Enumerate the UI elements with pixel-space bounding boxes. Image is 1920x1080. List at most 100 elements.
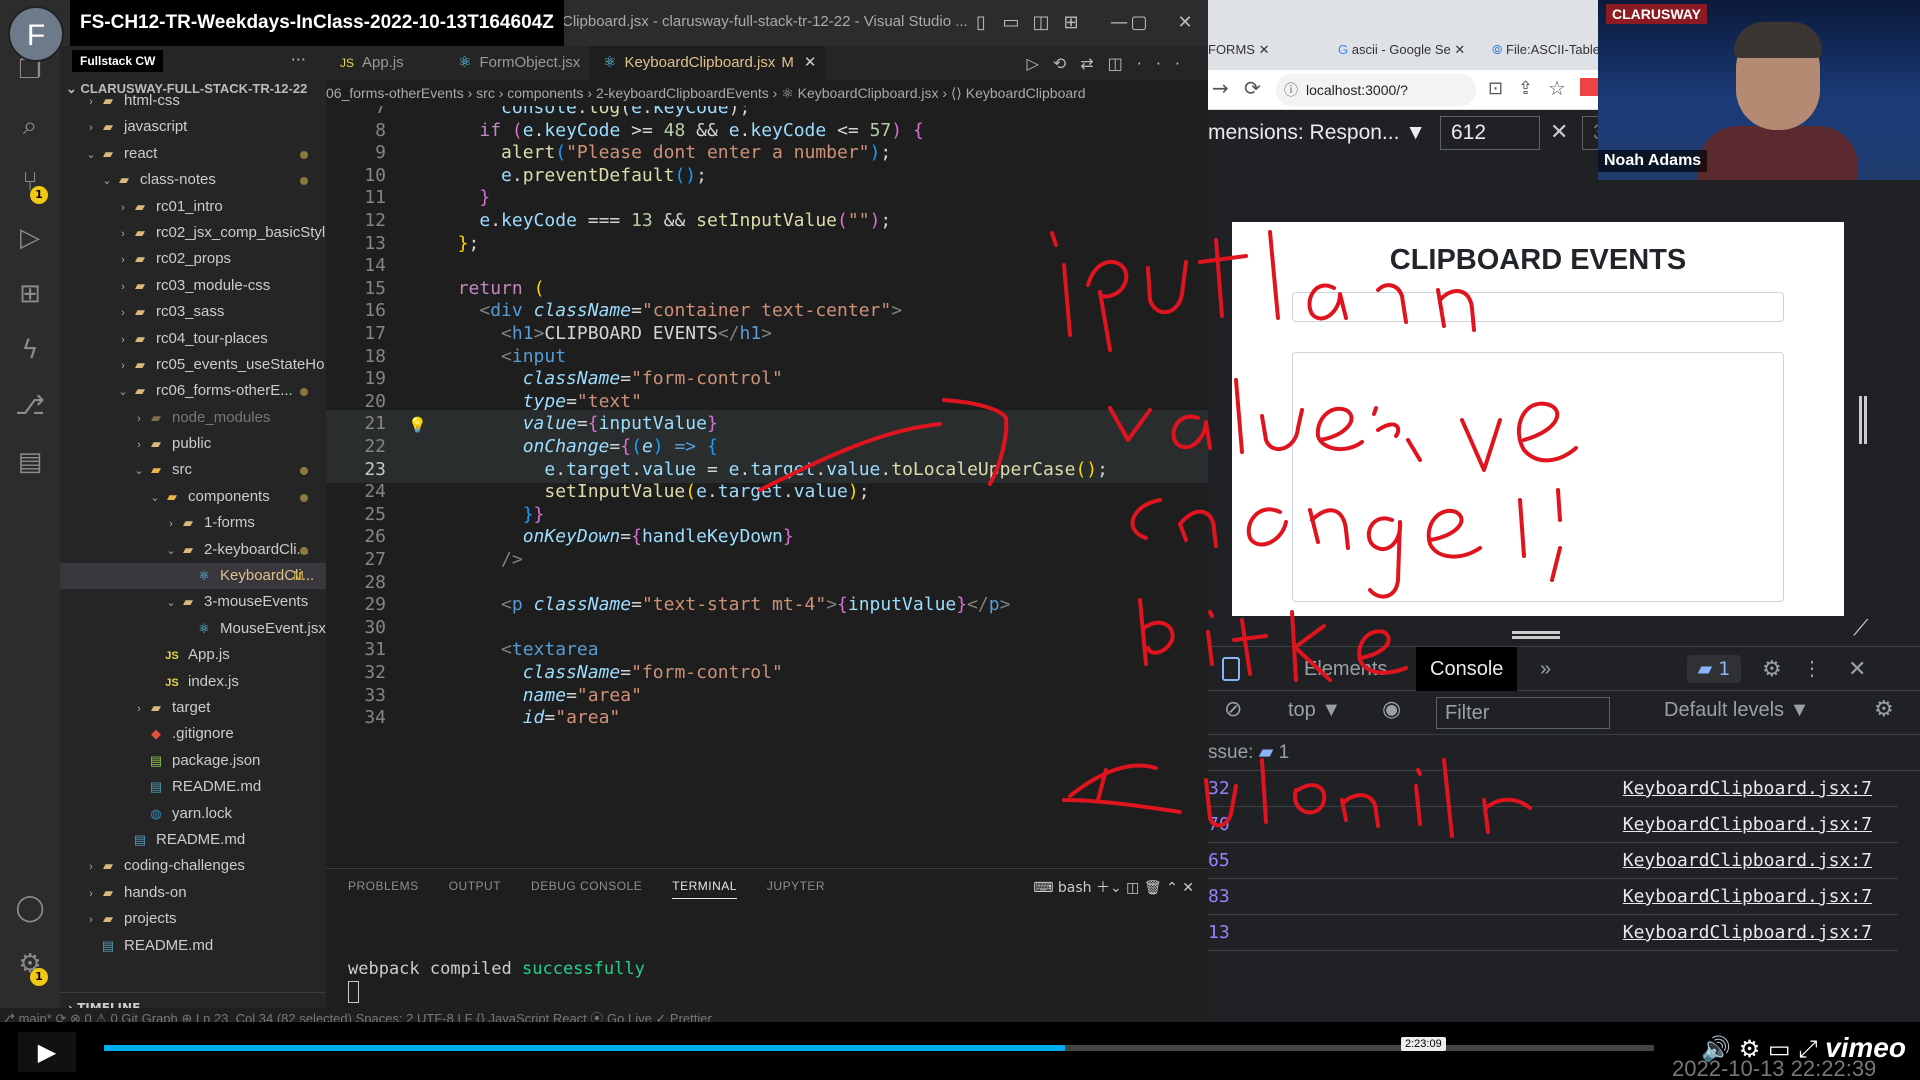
tree-item[interactable]: ⌄ ▰ class-notes	[60, 167, 326, 193]
forward-icon[interactable]: →	[1212, 76, 1229, 100]
tree-item[interactable]: › ▰ rc02_jsx_comp_basicStyl...	[60, 220, 326, 246]
width-input[interactable]: 612	[1440, 116, 1540, 150]
issues-badge[interactable]: ▰ 1	[1687, 655, 1741, 683]
tree-item[interactable]: › ▰ rc03_module-css	[60, 273, 326, 299]
tree-item[interactable]: › ▰ rc05_events_useStateHo...	[60, 352, 326, 378]
browser-tab[interactable]: FORMS ✕	[1208, 30, 1269, 70]
close-panel-icon[interactable]: ✕	[1182, 880, 1194, 896]
panel-tab-terminal[interactable]: TERMINAL	[672, 879, 737, 899]
share-icon[interactable]: ⇪	[1518, 78, 1533, 99]
panel-tab-problems[interactable]: PROBLEMS	[348, 879, 419, 893]
split-layout-icon[interactable]: ◫	[1026, 8, 1056, 38]
tree-item[interactable]: › ▰ rc03_sass	[60, 299, 326, 325]
editor-actions[interactable]: ▷⟲⇄◫···	[1027, 54, 1195, 73]
tree-item[interactable]: › ▰ coding-challenges	[60, 853, 326, 879]
reload-icon[interactable]: ⟳	[1244, 76, 1261, 100]
browser-tab[interactable]: G ascii - Google Se ✕	[1338, 30, 1465, 70]
resize-corner-icon[interactable]: ⟋	[1853, 616, 1868, 641]
toggle-sidebar-icon[interactable]: ▯	[966, 8, 996, 38]
devtools-menu-icon[interactable]: ⋮	[1802, 647, 1822, 691]
close-tab-icon[interactable]: ✕	[1451, 42, 1465, 57]
translate-icon[interactable]: ⊡	[1488, 78, 1503, 99]
close-window-icon[interactable]: ✕	[1170, 8, 1200, 38]
browser-tab[interactable]: ⦾ File:ASCII-Table	[1492, 30, 1600, 70]
panel-tab-debug-console[interactable]: DEBUG CONSOLE	[531, 879, 642, 893]
log-source-link[interactable]: KeyboardClipboard.jsx:7	[1623, 915, 1872, 951]
tree-item[interactable]: › ▰ javascript	[60, 114, 326, 140]
customize-layout-icon[interactable]: ⊞	[1056, 8, 1086, 38]
page-textarea[interactable]	[1292, 352, 1784, 602]
log-source-link[interactable]: KeyboardClipboard.jsx:7	[1623, 879, 1872, 915]
tree-item[interactable]: ▤ README.md	[60, 827, 326, 853]
tree-item[interactable]: › ▰ target	[60, 695, 326, 721]
log-source-link[interactable]: KeyboardClipboard.jsx:7	[1623, 807, 1872, 843]
maximize-panel-icon[interactable]: ⌃	[1166, 880, 1182, 896]
play-button[interactable]: ▶	[18, 1032, 76, 1072]
avatar[interactable]: F	[8, 6, 64, 62]
tree-item[interactable]: ▤ package.json	[60, 748, 326, 774]
tree-item[interactable]: › ▰ html-css	[60, 88, 326, 114]
clear-console-icon[interactable]: ⊘	[1224, 697, 1242, 722]
code-line[interactable]: 34 id="area"	[326, 704, 1208, 732]
device-toggle-icon[interactable]	[1222, 657, 1240, 681]
tree-item[interactable]: › ▰ rc04_tour-places	[60, 326, 326, 352]
terminal-actions[interactable]: ⌨ bash ＋⌄ ◫ 🗑 ⌃ ✕	[1033, 877, 1194, 897]
tree-item[interactable]: ⌄ ▰ 3-mouseEvents	[60, 589, 326, 615]
tree-item[interactable]: ⌄ ▰ 2-keyboardCli...	[60, 537, 326, 563]
fullscreen-icon[interactable]: ⤢	[1798, 1035, 1825, 1063]
tree-item[interactable]: ⌄ ▰ src	[60, 457, 326, 483]
dimensions-select[interactable]: mensions: Respon... ▼	[1208, 110, 1426, 156]
bookmark-star-icon[interactable]: ☆	[1548, 76, 1566, 100]
account-icon[interactable]: ◯	[12, 890, 48, 926]
tree-item[interactable]: ◍ yarn.lock	[60, 801, 326, 827]
progress-bar[interactable]: 2:23:09	[104, 1037, 1654, 1051]
resize-handle-right[interactable]	[1859, 396, 1867, 444]
pip-icon[interactable]: ▭	[1768, 1035, 1798, 1063]
close-devtools-icon[interactable]: ✕	[1848, 647, 1866, 691]
devtools-settings-icon[interactable]: ⚙	[1762, 647, 1782, 691]
log-levels-select[interactable]: Default levels ▼	[1664, 699, 1809, 722]
toggle-panel-icon[interactable]: ▭	[996, 8, 1026, 38]
live-expression-eye-icon[interactable]: ◉	[1382, 697, 1401, 722]
extensions-icon[interactable]: ⊞	[12, 276, 48, 312]
panel-tab-jupyter[interactable]: JUPYTER	[767, 879, 825, 893]
tab-1[interactable]: JS App.js	[326, 46, 444, 80]
page-text-input[interactable]	[1292, 292, 1784, 322]
tree-item[interactable]: › ▰ public	[60, 431, 326, 457]
tree-item[interactable]: ⌄ ▰ components	[60, 484, 326, 510]
tab-console[interactable]: Console	[1416, 647, 1518, 691]
search-icon[interactable]: ⌕	[12, 108, 48, 144]
issues-line[interactable]: ssue: ▰ 1	[1208, 735, 1920, 771]
tree-item[interactable]: JS App.js	[60, 642, 326, 668]
split-terminal-icon[interactable]: ◫	[1126, 880, 1144, 896]
code-editor[interactable]: 7 console.log(e.keyCode); 8 if (e.keyCode…	[326, 106, 1208, 856]
terminal-output[interactable]: webpack compiled successfully	[348, 959, 645, 979]
more-actions-icon[interactable]: ···	[291, 50, 306, 69]
close-tab-icon[interactable]: ✕	[804, 54, 817, 71]
tree-item[interactable]: › ▰ 1-forms	[60, 510, 326, 536]
tree-item[interactable]: ▤ README.md	[60, 774, 326, 800]
panel-tab-output[interactable]: OUTPUT	[449, 879, 501, 893]
tree-item[interactable]: ⌄ ▰ react	[60, 141, 326, 167]
trash-icon[interactable]: 🗑	[1144, 880, 1166, 896]
tree-item[interactable]: › ▰ node_modules	[60, 405, 326, 431]
resize-handle-bottom[interactable]	[1512, 631, 1560, 639]
extension-icon[interactable]	[1580, 78, 1598, 96]
lightning-icon[interactable]: ϟ	[12, 332, 48, 368]
context-select[interactable]: top ▼	[1288, 699, 1341, 722]
console-filter-input[interactable]: Filter	[1436, 697, 1610, 729]
console-settings-icon[interactable]: ⚙	[1874, 697, 1894, 722]
player-settings-icon[interactable]: ⚙	[1739, 1035, 1768, 1063]
add-terminal-icon[interactable]: ＋⌄	[1092, 880, 1127, 896]
tree-item[interactable]: ◆ .gitignore	[60, 721, 326, 747]
tree-item[interactable]: › ▰ rc01_intro	[60, 194, 326, 220]
log-source-link[interactable]: KeyboardClipboard.jsx:7	[1623, 771, 1872, 807]
run-debug-icon[interactable]: ▷	[12, 220, 48, 256]
tree-item[interactable]: › ▰ hands-on	[60, 880, 326, 906]
tab-elements[interactable]: Elements	[1304, 647, 1387, 691]
notebook-icon[interactable]: ▤	[12, 444, 48, 480]
log-source-link[interactable]: KeyboardClipboard.jsx:7	[1623, 843, 1872, 879]
tab-2[interactable]: ⚛ FormObject.jsx	[444, 46, 589, 80]
tree-item[interactable]: ⚛ KeyboardCli... M	[60, 563, 326, 590]
close-tab-icon[interactable]: ✕	[1255, 42, 1270, 57]
